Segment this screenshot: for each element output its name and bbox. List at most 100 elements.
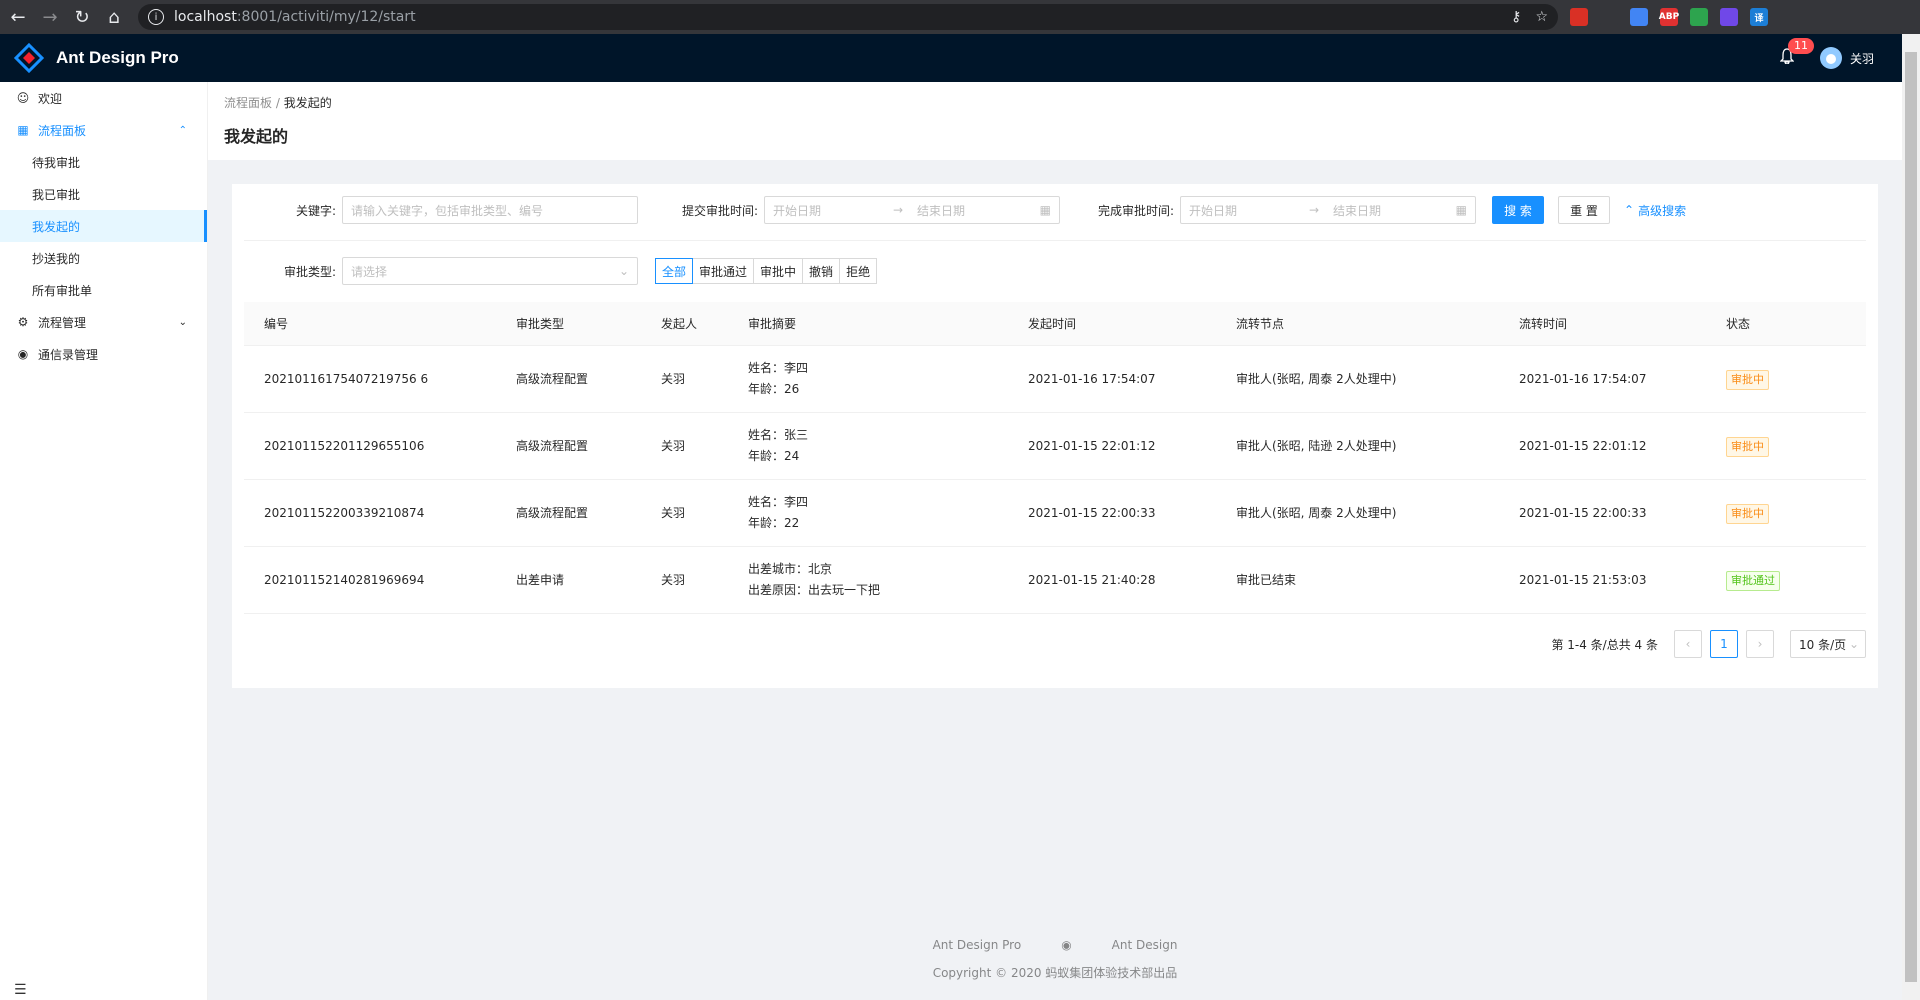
cell-flow-time: 2021-01-15 21:53:03	[1519, 572, 1647, 587]
submit-time-range[interactable]: 开始日期 → 结束日期 ▦	[764, 196, 1060, 224]
info-icon[interactable]: i	[148, 9, 164, 25]
status-option-revoked[interactable]: 撤销	[802, 258, 841, 284]
keyword-placeholder: 请输入关键字，包括审批类型、编号	[351, 203, 544, 218]
type-select[interactable]: 请选择 ⌄	[342, 257, 638, 285]
summary-line: 年龄：24	[748, 449, 800, 463]
sidebar-item-cc[interactable]: 抄送我的	[0, 242, 207, 274]
footer-link-pro[interactable]: Ant Design Pro	[933, 938, 1022, 952]
cell-summary: 姓名：李四 年龄：26	[728, 358, 1008, 400]
column-header: 流转时间	[1519, 317, 1568, 331]
page-scrollbar[interactable]	[1902, 34, 1920, 1000]
cell-start-time: 2021-01-15 22:01:12	[1028, 438, 1156, 453]
footer-link-antd[interactable]: Ant Design	[1112, 938, 1178, 952]
sidebar-item-all[interactable]: 所有审批单	[0, 274, 207, 306]
reload-icon[interactable]: ↻	[68, 3, 96, 31]
sidebar-item-label: 我发起的	[32, 219, 81, 234]
notification-badge: 11	[1787, 38, 1814, 54]
status-option-rejected[interactable]: 拒绝	[839, 258, 878, 284]
shield-icon[interactable]	[1690, 8, 1708, 26]
table-row[interactable]: 20210116175407219756 6 高级流程配置 关羽 姓名：李四 年龄：26…	[244, 346, 1866, 413]
copyright: Copyright © 2020 蚂蚁集团体验技术部出品	[932, 966, 1178, 980]
reset-button[interactable]: 重 置	[1558, 196, 1610, 224]
puzzle-icon[interactable]	[1780, 8, 1798, 26]
form-icon: ▦	[17, 123, 29, 137]
adblock-icon[interactable]: ABP	[1659, 8, 1679, 26]
type-label: 审批类型:	[283, 264, 336, 279]
summary-line: 出差原因：出去玩一下把	[748, 583, 881, 597]
ext-translate-icon[interactable]: 译	[1750, 8, 1768, 26]
key-icon[interactable]: ⚷	[1511, 9, 1521, 25]
forward-icon[interactable]: →	[36, 3, 64, 31]
calendar-icon: ▦	[1455, 203, 1467, 217]
cell-initiator: 关羽	[661, 371, 686, 386]
table-row[interactable]: 202101152140281969694 出差申请 关羽 出差城市：北京 出差原因：出…	[244, 547, 1866, 614]
cluster-icon: ⚙	[17, 315, 29, 329]
prev-page-button[interactable]: ‹	[1674, 630, 1702, 658]
status-filter: 全部 审批通过 审批中 撤销 拒绝	[655, 258, 878, 284]
page-button[interactable]: 1	[1710, 630, 1738, 658]
next-page-button[interactable]: ›	[1746, 630, 1774, 658]
status-option-approved[interactable]: 审批通过	[692, 258, 755, 284]
sidebar-item-process-panel[interactable]: ▦ 流程面板 ⌃	[0, 114, 207, 146]
home-icon[interactable]: ⌂	[100, 3, 128, 31]
avatar[interactable]	[1819, 47, 1842, 69]
sidebar-item-approved[interactable]: 我已审批	[0, 178, 207, 210]
username[interactable]: 关羽	[1850, 50, 1874, 67]
sidebar-item-welcome[interactable]: ☺ 欢迎	[0, 82, 207, 114]
breadcrumb: 流程面板 / 我发起的	[224, 94, 1886, 111]
vue-devtools-icon[interactable]	[1600, 8, 1618, 26]
finish-start-placeholder: 开始日期	[1189, 203, 1238, 218]
keyword-label: 关键字:	[295, 203, 336, 218]
sidebar-item-contacts[interactable]: ◉ 通信录管理	[0, 338, 207, 370]
ext-red-icon[interactable]	[1570, 8, 1588, 26]
advanced-search-label: 高级搜索	[1638, 203, 1687, 218]
cell-initiator: 关羽	[661, 505, 686, 520]
column-header: 审批类型	[516, 317, 565, 331]
menu-fold-icon[interactable]: ☰	[14, 982, 27, 998]
status-badge: 审批通过	[1726, 570, 1780, 591]
pagination: 第 1-4 条/总共 4 条 ‹ 1 › 10 条/页 ⌄	[1551, 630, 1866, 658]
advanced-search-link[interactable]: ⌃ 高级搜索	[1624, 202, 1686, 219]
chevron-right-icon: ›	[1757, 637, 1763, 651]
search-button[interactable]: 搜 索	[1492, 196, 1544, 224]
status-option-all[interactable]: 全部	[655, 258, 694, 284]
table-row[interactable]: 202101152200339210874 高级流程配置 关羽 姓名：李四 年龄：22 2…	[244, 480, 1866, 547]
cell-status: 审批中	[1706, 369, 1866, 390]
submit-end-placeholder: 结束日期	[917, 203, 966, 218]
notification-bell[interactable]: 11	[1779, 38, 1814, 68]
main-card: 关键字: 请输入关键字，包括审批类型、编号 提交审批时间: 开始日期 → 结束日…	[232, 184, 1878, 688]
cell-initiator: 关羽	[661, 572, 686, 587]
finish-time-range[interactable]: 开始日期 → 结束日期 ▦	[1180, 196, 1476, 224]
star-icon[interactable]: ☆	[1535, 9, 1548, 25]
cell-type: 高级流程配置	[516, 371, 589, 386]
address-bar[interactable]: i localhost:8001/activiti/my/12/start ⚷ …	[138, 4, 1558, 30]
app-header: Ant Design Pro 11 关羽	[0, 34, 1902, 82]
sidebar-item-process-management[interactable]: ⚙ 流程管理 ⌄	[0, 306, 207, 338]
arrow-right-icon: →	[1309, 203, 1320, 217]
sidebar-item-pending[interactable]: 待我审批	[0, 146, 207, 178]
logo[interactable]: Ant Design Pro	[13, 42, 179, 74]
type-placeholder: 请选择	[351, 264, 388, 279]
cell-id: 202101152200339210874	[264, 505, 425, 520]
summary-line: 姓名：李四	[748, 495, 809, 509]
cell-type: 高级流程配置	[516, 505, 589, 520]
cell-id: 20210116175407219756 6	[264, 371, 429, 386]
sidebar-item-label: 通信录管理	[38, 347, 99, 362]
chevron-left-icon: ‹	[1685, 637, 1691, 651]
table-row[interactable]: 202101152201129655106 高级流程配置 关羽 姓名：张三 年龄：24 2…	[244, 413, 1866, 480]
cell-status: 审批中	[1706, 436, 1866, 457]
cell-node: 审批人(张昭, 周泰 2人处理中)	[1236, 371, 1397, 386]
breadcrumb-parent[interactable]: 流程面板	[224, 96, 272, 110]
status-option-in-progress[interactable]: 审批中	[753, 258, 804, 284]
github-icon[interactable]: ◉	[1061, 938, 1071, 952]
ext-react-icon[interactable]	[1720, 8, 1738, 26]
scrollbar-thumb[interactable]	[1905, 52, 1917, 982]
translate-icon[interactable]	[1630, 8, 1648, 26]
cell-type: 出差申请	[516, 572, 565, 587]
submit-start-placeholder: 开始日期	[773, 203, 822, 218]
cell-id: 202101152140281969694	[264, 572, 425, 587]
sidebar-item-my-started[interactable]: 我发起的	[0, 210, 207, 242]
page-size-select[interactable]: 10 条/页 ⌄	[1790, 630, 1866, 658]
back-icon[interactable]: ←	[4, 3, 32, 31]
keyword-input[interactable]: 请输入关键字，包括审批类型、编号	[342, 196, 638, 224]
